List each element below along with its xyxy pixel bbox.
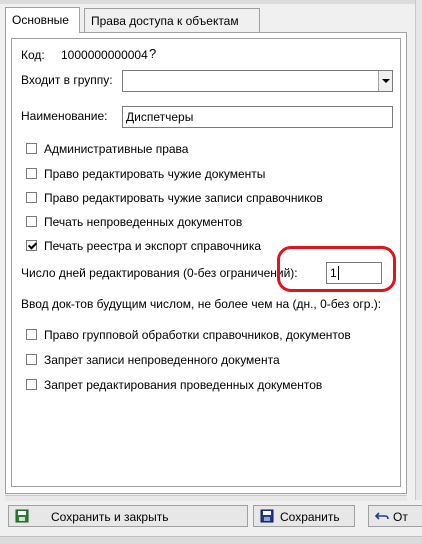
- checkbox-label: Печать реестра и экспорт справочника: [44, 239, 262, 253]
- checkbox-batch-processing[interactable]: Право групповой обработки справочников, …: [26, 328, 351, 344]
- window-top-border: [0, 0, 422, 4]
- name-label: Наименование:: [21, 109, 108, 123]
- tab-main-label: Основные: [12, 13, 69, 27]
- floppy-disk-icon: [260, 509, 274, 523]
- tab-access-rights-label: Права доступа к объектам: [91, 14, 239, 28]
- checkbox-box-checked[interactable]: [26, 240, 37, 251]
- settings-group-box: Код: 1000000000004 ? Входит в группу: На…: [11, 38, 401, 487]
- save-button[interactable]: Сохранить: [253, 505, 355, 527]
- checkbox-box[interactable]: [26, 192, 37, 203]
- checkbox-box[interactable]: [26, 379, 37, 390]
- checkbox-box[interactable]: [26, 143, 37, 154]
- highlight-ring: [277, 246, 396, 292]
- checkbox-print-unposted[interactable]: Печать непроведенных документов: [26, 215, 326, 231]
- checkbox-label: Право редактировать чужие записи справоч…: [44, 191, 323, 205]
- checkbox-label: Право групповой обработки справочников, …: [44, 328, 351, 342]
- checkbox-box[interactable]: [26, 168, 37, 179]
- checkbox-edit-others-refs[interactable]: Право редактировать чужие записи справоч…: [26, 191, 326, 207]
- group-select[interactable]: [122, 70, 393, 92]
- checkbox-forbid-save-unposted[interactable]: Запрет записи непроведенного документа: [26, 353, 326, 369]
- checkbox-box[interactable]: [26, 329, 37, 340]
- edit-days-label: Число дней редактирования (0-без огранич…: [21, 266, 298, 280]
- text-cursor-icon: ?: [149, 46, 157, 61]
- checkbox-box[interactable]: [26, 216, 37, 227]
- name-input[interactable]: Диспетчеры: [122, 106, 393, 128]
- group-label: Входит в группу:: [21, 73, 113, 87]
- checkbox-forbid-edit-posted[interactable]: Запрет редактирования проведенных докуме…: [26, 378, 326, 394]
- checkbox-admin-rights[interactable]: Административные права: [26, 142, 326, 158]
- checkbox-label: Запрет записи непроведенного документа: [44, 353, 280, 367]
- save-label: Сохранить: [280, 510, 340, 524]
- checkbox-label: Административные права: [44, 142, 189, 156]
- code-label: Код:: [21, 48, 45, 62]
- undo-arrow-icon: [375, 512, 389, 520]
- tab-main[interactable]: Основные: [5, 7, 80, 33]
- window-right-edge: [415, 0, 422, 500]
- future-input-label: Ввод док-тов будущим числом, не более че…: [21, 297, 382, 311]
- save-and-close-icon: [15, 509, 29, 523]
- name-input-value: Диспетчеры: [126, 110, 194, 124]
- checkbox-box[interactable]: [26, 354, 37, 365]
- cancel-button[interactable]: От: [368, 505, 422, 527]
- checkbox-label: Право редактировать чужие документы: [44, 167, 266, 181]
- save-and-close-button[interactable]: Сохранить и закрыть: [8, 505, 248, 527]
- cancel-label: От: [393, 510, 408, 524]
- chevron-down-icon[interactable]: [378, 71, 392, 91]
- code-value: 1000000000004: [61, 48, 148, 62]
- checkbox-label: Печать непроведенных документов: [44, 215, 243, 229]
- checkbox-label: Запрет редактирования проведенных докуме…: [44, 378, 323, 392]
- tab-access-rights[interactable]: Права доступа к объектам: [84, 8, 260, 32]
- main-tab-panel: Код: 1000000000004 ? Входит в группу: На…: [5, 32, 407, 494]
- checkbox-edit-others-docs[interactable]: Право редактировать чужие документы: [26, 167, 326, 183]
- horizontal-scrollbar[interactable]: [5, 495, 407, 501]
- save-and-close-label: Сохранить и закрыть: [51, 510, 169, 524]
